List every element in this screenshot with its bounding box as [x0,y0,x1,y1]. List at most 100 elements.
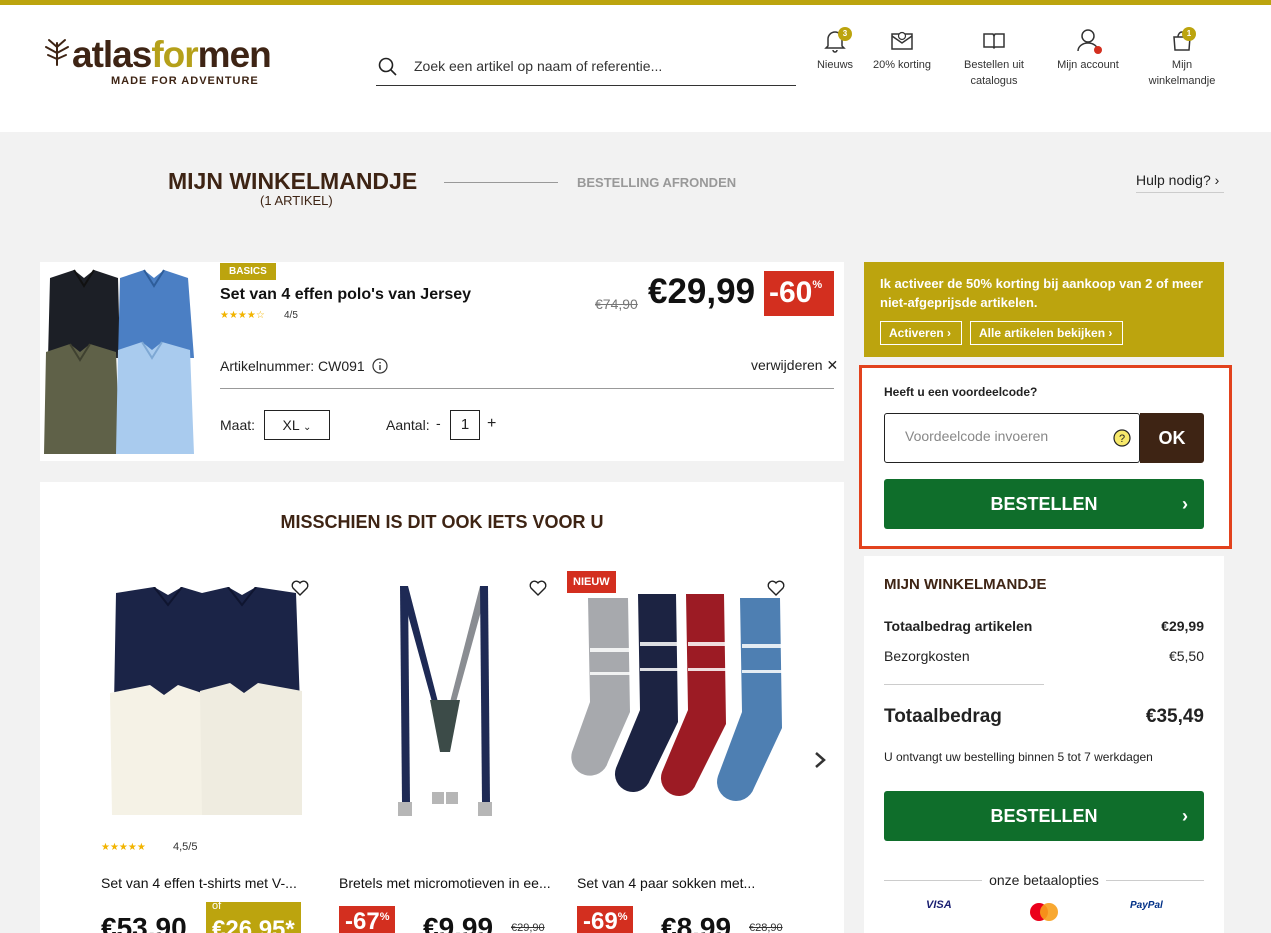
promo-banner: Ik activeer de 50% korting bij aankoop v… [864,262,1224,357]
delivery-note: U ontvangt uw bestelling binnen 5 tot 7 … [884,750,1153,764]
nav-account[interactable]: Mijn account [1052,27,1124,73]
product-image-suspenders[interactable] [380,582,510,822]
reco-old-price-3: €28,90 [749,922,783,933]
cart-badge: 1 [1182,27,1196,41]
summary-items-value: €29,99 [1161,618,1204,634]
discount-value: -60 [769,276,813,309]
logo-tagline: MADE FOR ADVENTURE [111,75,259,87]
reco-discount-value-3: -69 [583,908,618,933]
product-name[interactable]: Set van 4 effen polo's van Jersey [220,286,471,304]
order-button-bottom-label: BESTELLEN [990,806,1098,826]
nav-cart[interactable]: 1 Mijn winkelmandje [1142,27,1222,89]
step-next: BESTELLING AFRONDEN [577,175,737,190]
item-divider [220,388,834,389]
site-header: atlasformen MADE FOR ADVENTURE 3 Nieuws … [0,5,1271,132]
summary-title: MIJN WINKELMANDJE [884,576,1047,593]
recommendations-title: MISSCHIEN IS DIT OOK IETS VOOR U [280,512,604,532]
order-button-bottom[interactable]: BESTELLEN › [884,791,1204,841]
product-image-socks[interactable] [568,592,798,802]
nav-cart-label-2: winkelmandje [1148,75,1216,87]
favorite-heart-icon[interactable] [529,580,547,596]
reco-discount-value-2: -67 [345,908,380,933]
article-number: Artikelnummer: CW091 [220,358,365,374]
chevron-right-icon: › [1214,172,1220,188]
promo-view-all-button[interactable]: Alle artikelen bekijken › [970,321,1123,345]
news-badge: 3 [838,27,852,41]
quantity-label: Aantal: [386,417,430,433]
reco-price-3: €8,99 [661,912,732,933]
nav-news-label: Nieuws [816,59,854,71]
product-tag: BASICS [220,263,276,280]
rating-value: 4/5 [284,310,298,321]
paypal-logo: PayPal [1130,900,1163,911]
discount-badge: -60% [764,271,834,316]
svg-text:?: ? [1119,433,1125,445]
search-icon[interactable] [378,57,398,77]
voucher-title: Heeft u een voordeelcode? [884,385,1038,399]
search-bar [376,50,796,86]
size-label: Maat: [220,417,256,433]
chevron-down-icon: ⌄ [303,422,312,433]
quantity-decrease-button[interactable]: - [436,415,441,431]
info-icon[interactable] [372,358,388,374]
reco-price-1: €53,90 [101,912,187,933]
nav-catalog-label-2: catalogus [970,75,1018,87]
payment-title: onze betaalopties [989,872,1099,888]
envelope-icon [891,31,913,50]
search-input[interactable] [414,54,784,78]
reco-price-2: €9,99 [423,912,494,933]
step-current-subtitle: (1 ARTIKEL) [260,193,333,208]
voucher-ok-button[interactable]: OK [1140,413,1204,463]
remove-item-button[interactable]: verwijderen ✕ [751,357,838,374]
summary-total-value: €35,49 [1145,706,1204,727]
step-current-title: MIJN WINKELMANDJE [168,168,418,194]
old-price: €74,90 [595,296,638,312]
logo-wordmark: atlasformen [72,34,272,75]
nav-catalog[interactable]: Bestellen uit catalogus [956,27,1032,89]
voucher-field[interactable]: ? [884,413,1140,463]
chevron-right-icon: › [1182,494,1188,514]
nav-discount-label: 20% korting [872,59,932,71]
summary-shipping-value: €5,50 [1168,648,1204,664]
reco-rating-stars-1: ★★★★★ [101,842,146,853]
favorite-heart-icon[interactable] [291,580,309,596]
reco-rating-value-1: 4,5/5 [173,841,198,853]
quantity-increase-button[interactable]: + [487,415,496,433]
help-link-label: Hulp nodig? [1136,172,1211,188]
summary-items-row: Totaalbedrag artikelen €29,99 [884,618,1204,634]
voucher-input[interactable] [905,428,1095,444]
nav-cart-label-1: Mijn [1171,59,1193,71]
product-image-polos[interactable] [44,268,204,456]
reco-product-name-2[interactable]: Bretels met micromotieven in ee... [339,875,553,891]
size-select[interactable]: XL ⌄ [264,410,330,440]
order-button-top[interactable]: BESTELLEN › [884,479,1204,529]
help-link[interactable]: Hulp nodig? › [1136,172,1224,193]
quantity-input[interactable]: 1 [450,410,480,440]
promo-activate-button[interactable]: Activeren › [880,321,962,345]
site-logo[interactable]: atlasformen MADE FOR ADVENTURE [40,33,300,93]
order-summary: MIJN WINKELMANDJE Totaalbedrag artikelen… [864,556,1224,933]
promo-activate-label: Activeren [889,326,944,340]
reco-product-name-1[interactable]: Set van 4 effen t-shirts met V-... [101,875,315,891]
voucher-panel: Heeft u een voordeelcode? ? OK BESTELLEN… [859,365,1232,549]
cart-item-card: BASICS Set van 4 effen polo's van Jersey… [40,262,844,461]
product-image-tshirts[interactable] [106,587,306,819]
reco-old-price-2: €29,90 [511,922,545,933]
account-status-dot [1094,46,1102,54]
chevron-right-icon: › [1182,806,1188,826]
carousel-next-icon[interactable] [812,750,828,770]
nav-discount[interactable]: 20% korting [870,27,934,73]
summary-divider [884,684,1044,685]
rating-stars: ★★★★☆ [220,310,265,321]
nav-news[interactable]: 3 Nieuws [812,27,858,73]
reco-discount-3: -69% [577,906,634,933]
promo-text: Ik activeer de 50% korting bij aankoop v… [880,276,1203,310]
discount-unit: % [812,279,823,291]
reco-product-name-3[interactable]: Set van 4 paar sokken met... [577,875,791,891]
size-value: XL [282,417,300,433]
favorite-heart-icon[interactable] [767,580,785,596]
question-icon[interactable]: ? [1113,429,1131,447]
summary-total-row: Totaalbedrag €35,49 [884,706,1204,728]
reco-alt-price-1: of €26,95* [206,900,301,933]
summary-shipping-label: Bezorgkosten [884,648,970,664]
